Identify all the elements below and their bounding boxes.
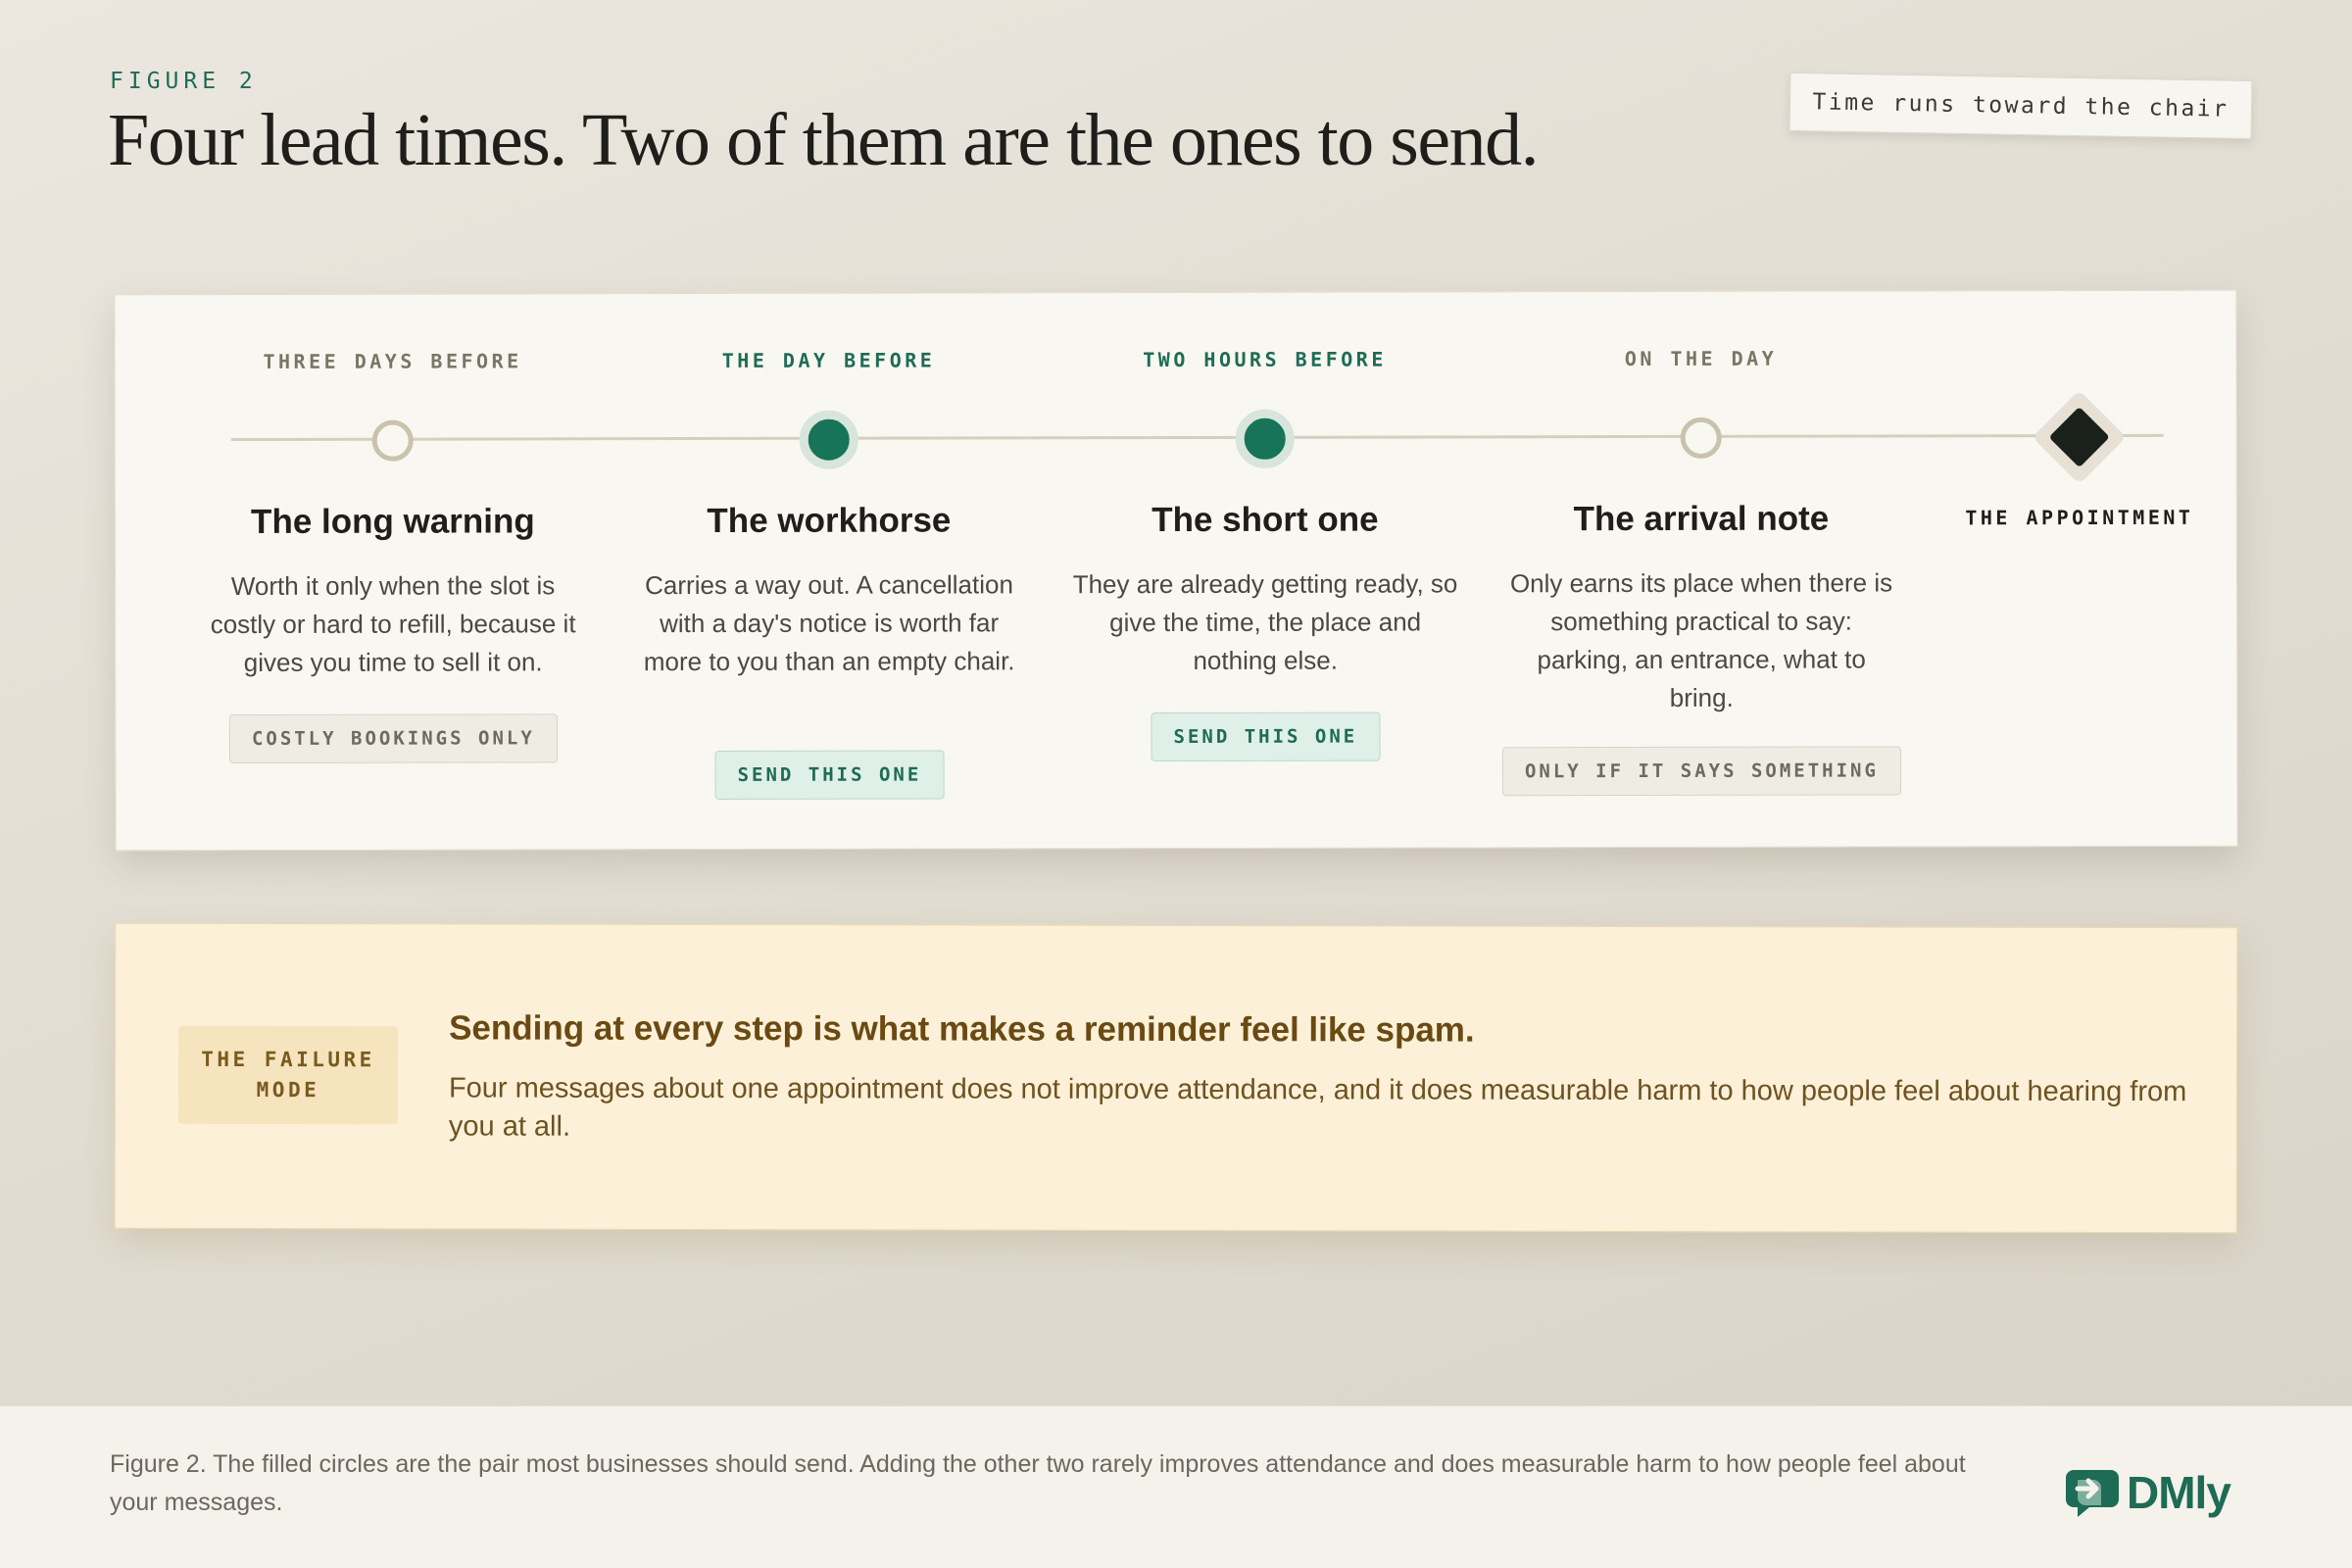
appointment-label: THE APPOINTMENT bbox=[1965, 505, 2194, 530]
figure-caption: Figure 2. The filled circles are the pai… bbox=[110, 1450, 1966, 1516]
stage-badge: COSTLY BOOKINGS ONLY bbox=[228, 713, 558, 764]
stage-when: TWO HOURS BEFORE bbox=[1143, 347, 1387, 372]
stage-two-hours-before: TWO HOURS BEFORE The short one They are … bbox=[1058, 292, 1470, 762]
stage-when: ON THE DAY bbox=[1624, 346, 1778, 371]
footer: Figure 2. The filled circles are the pai… bbox=[0, 1405, 2352, 1568]
stage-description: Carries a way out. A cancellation with a… bbox=[643, 569, 1015, 677]
figure-eyebrow: FIGURE 2 bbox=[110, 69, 258, 94]
hollow-circle-icon bbox=[1680, 416, 1722, 459]
failure-mode-panel: THE FAILURE MODE Sending at every step i… bbox=[114, 922, 2238, 1234]
stage-title: The short one bbox=[1152, 500, 1379, 540]
page-title: Four lead times. Two of them are the one… bbox=[108, 99, 1540, 181]
brand-logo[interactable]: DMly bbox=[2064, 1465, 2231, 1520]
stage-title: The long warning bbox=[250, 502, 535, 541]
timeline-card: THREE DAYS BEFORE The long warning Worth… bbox=[114, 289, 2238, 852]
stage-badge: ONLY IF IT SAYS SOMETHING bbox=[1501, 746, 1901, 797]
stage-when: THE DAY BEFORE bbox=[721, 348, 936, 372]
stage-when: THREE DAYS BEFORE bbox=[263, 349, 522, 373]
hollow-circle-icon bbox=[371, 419, 414, 462]
stage-title: The workhorse bbox=[707, 501, 952, 541]
filled-circle-icon bbox=[1235, 409, 1295, 468]
logo-wordmark: DMly bbox=[2127, 1467, 2231, 1518]
stage-on-the-day: ON THE DAY The arrival note Only earns i… bbox=[1494, 291, 1906, 797]
stage-description: They are already getting ready, so give … bbox=[1072, 568, 1458, 675]
failure-body: Four messages about one appointment does… bbox=[448, 1072, 2187, 1143]
timeline-line bbox=[230, 433, 2164, 442]
direction-tag: Time runs toward the chair bbox=[1788, 72, 2253, 140]
chat-arrow-icon bbox=[2066, 1470, 2119, 1517]
stage-day-before: THE DAY BEFORE The workhorse Carries a w… bbox=[622, 293, 1034, 800]
failure-heading: Sending at every step is what makes a re… bbox=[449, 1008, 1475, 1050]
stage-badge: SEND THIS ONE bbox=[1151, 711, 1381, 762]
stage-title: The arrival note bbox=[1573, 499, 1830, 539]
filled-circle-icon bbox=[799, 410, 858, 469]
failure-label: THE FAILURE MODE bbox=[177, 1025, 399, 1125]
stage-description: Worth it only when the slot is costly or… bbox=[210, 570, 576, 677]
stage-description: Only earns its place when there is somet… bbox=[1509, 567, 1893, 712]
stage-three-days-before: THREE DAYS BEFORE The long warning Worth… bbox=[186, 294, 598, 764]
stage-badge: SEND THIS ONE bbox=[714, 750, 945, 800]
